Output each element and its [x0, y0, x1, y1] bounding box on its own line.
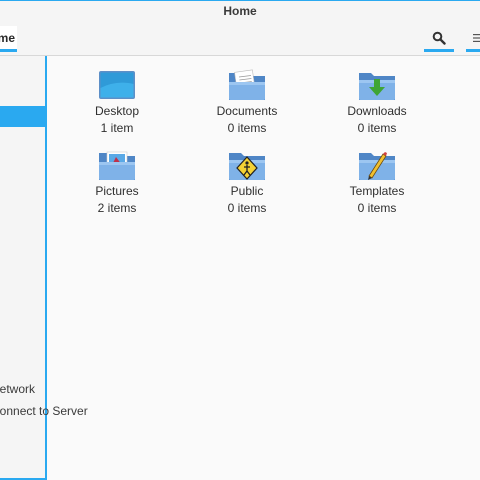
- breadcrumb-home[interactable]: Home: [0, 26, 17, 52]
- file-count: 0 items: [357, 201, 397, 215]
- file-count: 0 items: [357, 121, 397, 135]
- file-name: Documents: [216, 104, 278, 118]
- pictures-folder-icon: [99, 151, 135, 180]
- file-name: Public: [230, 184, 264, 198]
- file-name: Desktop: [94, 104, 140, 118]
- sidebar-item-network[interactable]: Network: [0, 382, 35, 396]
- desktop-folder-icon: [99, 71, 135, 99]
- view-menu-button[interactable]: [466, 26, 480, 52]
- breadcrumb-label: Home: [0, 31, 15, 45]
- templates-folder-icon: [359, 152, 395, 180]
- file-count: 2 items: [97, 201, 137, 215]
- toolbar: Home: [0, 22, 480, 56]
- file-count: 1 item: [100, 121, 134, 135]
- file-grid: Desktop 1 item Documents 0 items Downloa…: [47, 56, 480, 480]
- file-name: Pictures: [95, 184, 139, 198]
- sidebar: Network Connect to Server: [0, 56, 88, 480]
- title-bar: Home: [0, 0, 480, 22]
- public-folder-icon: [229, 153, 265, 180]
- search-icon: [432, 31, 446, 45]
- downloads-folder-icon: [359, 73, 395, 100]
- file-count: 0 items: [227, 201, 267, 215]
- documents-folder-icon: [229, 69, 265, 100]
- file-count: 0 items: [227, 121, 267, 135]
- file-name: Templates: [349, 184, 405, 198]
- file-name: Downloads: [347, 104, 407, 118]
- search-button[interactable]: [424, 26, 454, 52]
- window-title: Home: [223, 4, 257, 18]
- sidebar-item-home[interactable]: [0, 106, 45, 127]
- list-icon: [473, 33, 480, 42]
